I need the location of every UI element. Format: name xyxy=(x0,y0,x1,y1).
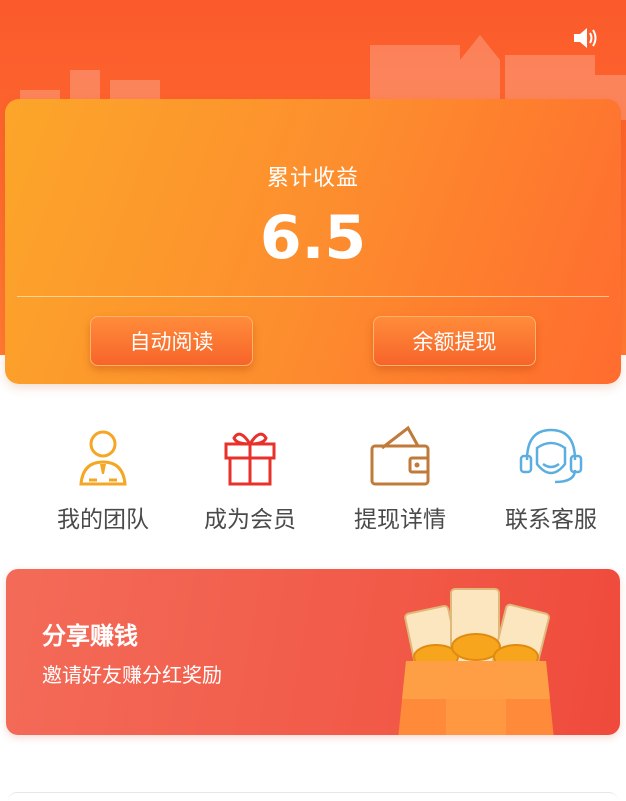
menu-label: 我的团队 xyxy=(57,507,149,533)
money-bag-icon xyxy=(398,588,554,735)
share-title: 分享赚钱 xyxy=(42,622,138,650)
team-person-icon xyxy=(79,430,127,486)
card-divider xyxy=(17,296,609,297)
speaker-icon[interactable] xyxy=(572,24,602,52)
auto-read-button[interactable]: 自动阅读 xyxy=(90,316,253,366)
earnings-card: 累计收益 6.5 自动阅读 余额提现 xyxy=(5,99,621,384)
menu-label: 联系客服 xyxy=(505,507,597,533)
share-subtitle: 邀请好友赚分红奖励 xyxy=(42,663,222,687)
menu-item-withdraw-details[interactable]: 提现详情 xyxy=(322,420,478,540)
quick-menu: 我的团队 成为会员 提现详情 联系客服 xyxy=(0,420,626,540)
share-earn-banner[interactable]: 分享赚钱 邀请好友赚分红奖励 xyxy=(6,569,620,735)
wallet-icon xyxy=(370,425,430,486)
menu-label: 提现详情 xyxy=(354,507,446,533)
menu-label: 成为会员 xyxy=(204,507,296,533)
withdraw-button[interactable]: 余额提现 xyxy=(373,316,536,366)
earnings-value: 6.5 xyxy=(259,203,367,273)
earnings-label: 累计收益 xyxy=(266,166,359,191)
gift-icon xyxy=(224,432,276,486)
menu-item-become-member[interactable]: 成为会员 xyxy=(172,420,328,540)
menu-item-my-team[interactable]: 我的团队 xyxy=(25,420,181,540)
menu-item-customer-service[interactable]: 联系客服 xyxy=(473,420,626,540)
headset-icon xyxy=(519,428,583,484)
